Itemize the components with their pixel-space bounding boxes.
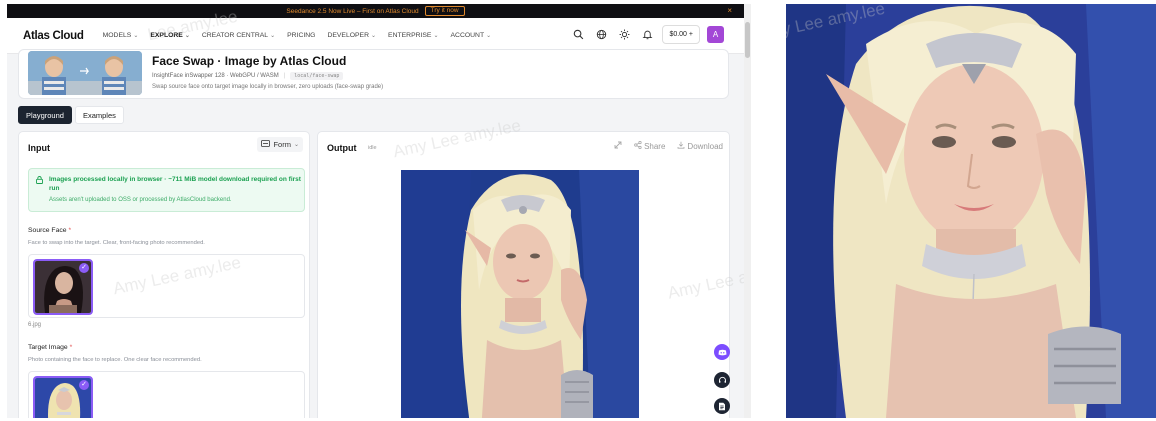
nav-item-label: ENTERPRISE	[388, 32, 432, 39]
share-button[interactable]: Share	[634, 140, 666, 151]
chevron-down-icon: ⌄	[486, 33, 492, 39]
page-title: Face Swap · Image by Atlas Cloud	[152, 54, 347, 68]
source-face-label: Source Face *	[28, 227, 71, 234]
source-face-thumbnail[interactable]: ✓	[33, 259, 93, 315]
screenshot-root: Seedance 2.5 Now Live – First on Atlas C…	[0, 0, 1156, 421]
tab-bar: Playground Examples	[18, 106, 124, 124]
nav-item-label: PRICING	[287, 32, 316, 39]
target-image-upload[interactable]: ✓	[28, 371, 305, 418]
nav-item-enterprise[interactable]: ENTERPRISE ⌄	[388, 32, 438, 39]
chevron-down-icon: ⌄	[184, 33, 190, 39]
nav-item-models[interactable]: MODELS ⌄	[103, 32, 139, 39]
browser-viewport: Seedance 2.5 Now Live – First on Atlas C…	[7, 4, 751, 418]
try-it-now-button[interactable]: Try it now	[424, 6, 465, 16]
nav-item-label: MODELS	[102, 32, 132, 39]
target-image-thumbnail[interactable]: ✓	[33, 376, 93, 418]
announcement-text: Seedance 2.5 Now Live – First on Atlas C…	[286, 7, 419, 15]
input-panel-title: Input	[28, 143, 50, 153]
model-thumbnail	[28, 51, 142, 95]
local-processing-notice: Images processed locally in browser · ~7…	[28, 168, 305, 212]
output-actions: Share Download	[614, 140, 723, 151]
nav-item-label: CREATOR CENTRAL	[201, 32, 269, 39]
model-meta: InsightFace inSwapper 128 · WebGPU / WAS…	[152, 72, 344, 80]
nav-item-account[interactable]: ACCOUNT ⌄	[451, 32, 492, 39]
share-icon	[634, 140, 642, 151]
search-icon[interactable]	[570, 27, 586, 43]
discord-icon[interactable]	[714, 344, 730, 360]
share-label: Share	[644, 141, 666, 151]
source-face-label-text: Source Face	[28, 227, 67, 234]
nav-item-label: EXPLORE	[150, 32, 183, 39]
avatar[interactable]: A	[707, 26, 724, 43]
form-mode-button[interactable]: Form ⌄	[257, 137, 303, 152]
output-status: idle	[368, 145, 377, 151]
model-meta-text: InsightFace inSwapper 128 · WebGPU / WAS…	[152, 73, 279, 79]
globe-icon[interactable]	[593, 27, 609, 43]
chevron-down-icon: ⌄	[371, 33, 377, 39]
notice-subtext: Assets aren't uploaded to OSS or process…	[49, 197, 232, 203]
docs-icon[interactable]	[714, 398, 730, 414]
notice-title: Images processed locally in browser · ~7…	[49, 176, 301, 192]
meta-divider: |	[283, 73, 286, 79]
logo[interactable]: Atlas Cloud	[23, 30, 84, 42]
tab-playground[interactable]: Playground	[18, 106, 72, 124]
chevron-down-icon: ⌄	[293, 142, 299, 148]
announcement-bar: Seedance 2.5 Now Live – First on Atlas C…	[7, 4, 744, 18]
model-description: Swap source face onto target image local…	[152, 84, 384, 90]
required-mark: *	[69, 344, 73, 351]
enlarged-output-preview: Amy Lee amy.lee	[786, 4, 1156, 418]
sun-icon[interactable]	[616, 27, 632, 43]
chevron-down-icon: ⌄	[270, 33, 276, 39]
target-image-label-text: Target Image	[28, 344, 68, 351]
required-mark: *	[68, 227, 72, 234]
page-scrollbar[interactable]	[744, 4, 751, 418]
download-icon	[677, 141, 685, 151]
form-icon	[261, 140, 271, 149]
close-icon[interactable]: ×	[727, 6, 732, 15]
lock-icon	[36, 176, 43, 186]
chevron-down-icon: ⌄	[433, 33, 439, 39]
input-panel: Input Form ⌄ Images processed locally in…	[18, 131, 310, 418]
output-image[interactable]	[401, 170, 639, 418]
nav-item-developer[interactable]: DEVELOPER ⌄	[327, 32, 376, 39]
nav-item-creator-central[interactable]: CREATOR CENTRAL ⌄	[202, 32, 275, 39]
output-panel-title: Output	[327, 143, 357, 153]
target-image-help: Photo containing the face to replace. On…	[28, 357, 202, 363]
source-face-upload[interactable]: ✓	[28, 254, 305, 318]
nav-item-label: DEVELOPER	[327, 32, 369, 39]
balance-button[interactable]: $0.00 +	[662, 25, 700, 44]
download-button[interactable]: Download	[677, 141, 723, 151]
source-file-name: 6.jpg	[28, 322, 42, 328]
output-panel: Output idle Share Download	[317, 131, 730, 418]
target-image-label: Target Image *	[28, 344, 72, 351]
tab-examples[interactable]: Examples	[74, 106, 124, 124]
support-icon[interactable]	[714, 372, 730, 388]
model-header: Face Swap · Image by Atlas Cloud Insight…	[18, 49, 729, 99]
nav-item-explore[interactable]: EXPLORE ⌄	[150, 32, 190, 39]
source-face-help: Face to swap into the target. Clear, fro…	[28, 240, 205, 246]
expand-icon[interactable]	[614, 141, 622, 151]
nav-item-label: ACCOUNT	[450, 32, 485, 39]
nav-item-pricing[interactable]: PRICING	[287, 32, 315, 39]
selected-check-icon: ✓	[79, 263, 89, 273]
chevron-down-icon: ⌄	[133, 33, 139, 39]
bell-icon[interactable]	[639, 27, 655, 43]
download-label: Download	[687, 141, 723, 151]
selected-check-icon: ✓	[79, 380, 89, 390]
form-mode-label: Form	[273, 140, 291, 149]
nav-actions: $0.00 + A	[570, 25, 724, 44]
scrollbar-thumb[interactable]	[745, 22, 750, 58]
model-id-tag[interactable]: local/face-swap	[290, 72, 344, 80]
